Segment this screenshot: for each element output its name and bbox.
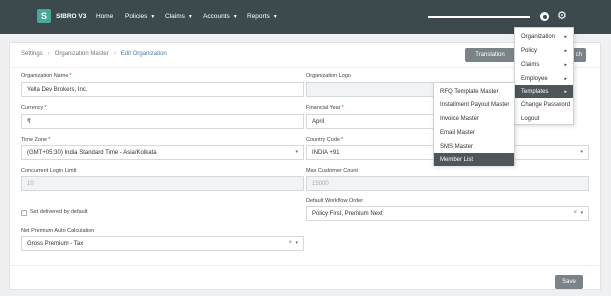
breadcrumb-org-master[interactable]: Organization Master (55, 51, 109, 57)
submenu-item-member-list[interactable]: Member List (434, 153, 514, 166)
nav-reports-label: Reports (247, 13, 270, 20)
concurrent-login-label: Concurrent Login Limit (21, 168, 77, 174)
concurrent-login-input[interactable]: 10 (21, 176, 304, 191)
chevron-down-icon: ▼ (272, 14, 278, 20)
chevron-down-icon: ▾ (295, 240, 298, 246)
time-zone-select[interactable]: (GMT+05:30) India Standard Time - Asia/K… (21, 145, 304, 160)
org-name-label: Organization Name* (21, 73, 72, 79)
org-name-input[interactable]: Yella Dev Brokers, Inc. (21, 82, 304, 97)
country-code-value: INDIA +91 (312, 149, 340, 156)
edit-organization-card: Settings › Organization Master › Edit Organi… (9, 42, 601, 290)
nav-reports[interactable]: Reports ▼ (247, 13, 278, 20)
app-logo[interactable]: S SIBRO V3 (37, 9, 86, 23)
nav-home[interactable]: Home (96, 13, 113, 20)
progress-bar (428, 16, 530, 18)
org-name-value: Yella Dev Brokers, Inc. (27, 86, 88, 93)
menu-item-claims[interactable]: Claims ▸ (515, 58, 573, 71)
country-code-label: Country Code* (306, 137, 344, 143)
menu-item-organization[interactable]: Organization ▸ (515, 30, 573, 43)
menu-item-templates[interactable]: Templates ▸ (515, 85, 573, 98)
app-name: SIBRO V3 (56, 12, 87, 20)
set-delivered-label: Set delivered by default (30, 209, 88, 215)
net-premium-select[interactable]: Gross Premium - Tax × ▾ (21, 236, 304, 251)
submenu-item-rfq-template-master[interactable]: RFQ Template Master (434, 85, 514, 98)
currency-label: Currency* (21, 105, 47, 111)
concurrent-login-value: 10 (27, 180, 34, 187)
org-logo-field[interactable] (306, 82, 436, 97)
nav-accounts-label: Accounts (203, 13, 230, 20)
chevron-right-icon: ▸ (564, 61, 567, 68)
financial-year-value: April (312, 118, 325, 125)
logo-icon: S (37, 9, 51, 23)
submenu-item-email-master[interactable]: Email Master (434, 126, 514, 139)
chevron-right-icon: ▸ (564, 75, 567, 82)
submenu-item-sms-master[interactable]: SMS Master (434, 140, 514, 153)
breadcrumb-separator: › (113, 51, 116, 57)
nav-claims-label: Claims (165, 13, 185, 20)
menu-item-change-password[interactable]: Change Password (515, 98, 573, 111)
breadcrumb-current: Edit Organization (120, 51, 167, 57)
chevron-down-icon: ▼ (187, 14, 193, 20)
financial-year-select[interactable]: April (306, 114, 436, 129)
default-workflow-value: Policy First, Premium Next (312, 210, 383, 217)
chevron-down-icon: ▾ (580, 149, 583, 155)
chevron-right-icon: ▸ (564, 47, 567, 54)
time-zone-label: Time Zone* (21, 137, 51, 143)
header-divider (10, 67, 600, 68)
net-premium-label: Net Premium Auto Calculation (21, 228, 95, 234)
nav-policies[interactable]: Policies ▼ (125, 13, 155, 20)
nav-policies-label: Policies (125, 13, 148, 20)
settings-menu: Organization ▸ Policy ▸ Claims ▸ Employee ▸ … (514, 27, 574, 125)
chevron-down-icon: ▾ (580, 210, 583, 216)
templates-submenu: RFQ Template Master Installment Payout M… (433, 82, 515, 166)
menu-item-employee[interactable]: Employee ▸ (515, 72, 573, 85)
save-button[interactable]: Save (555, 275, 583, 289)
breadcrumb-separator: › (47, 51, 50, 57)
financial-year-label: Financial Year* (306, 105, 344, 111)
menu-item-policy[interactable]: Policy ▸ (515, 44, 573, 57)
breadcrumb: Settings › Organization Master › Edit Organi… (21, 51, 167, 57)
currency-value: ₹ (27, 119, 31, 125)
translation-button[interactable]: Translation (465, 48, 515, 62)
progress-fill (428, 16, 530, 18)
net-premium-value: Gross Premium - Tax (27, 240, 84, 247)
nav-claims[interactable]: Claims ▼ (165, 13, 193, 20)
submenu-item-installment-payout-master[interactable]: Installment Payout Master (434, 98, 514, 111)
record-icon[interactable] (540, 12, 549, 21)
nav-home-label: Home (96, 13, 114, 20)
submenu-item-invoice-master[interactable]: Invoice Master (434, 112, 514, 125)
menu-item-logout[interactable]: Logout (515, 112, 573, 125)
time-zone-value: (GMT+05:30) India Standard Time - Asia/K… (27, 149, 157, 156)
clear-icon[interactable]: × (288, 240, 292, 246)
footer-divider (10, 265, 600, 266)
gear-icon[interactable]: ⚙ (557, 10, 567, 22)
default-workflow-select[interactable]: Policy First, Premium Next × ▾ (306, 206, 589, 221)
chevron-right-icon: ▸ (564, 33, 567, 40)
chevron-down-icon: ▼ (232, 14, 238, 20)
chevron-down-icon: ▾ (295, 149, 298, 155)
chevron-right-icon: ▸ (564, 88, 567, 95)
clear-icon[interactable]: × (573, 210, 577, 216)
chevron-down-icon: ▼ (150, 14, 156, 20)
max-customer-label: Max Customer Count (306, 168, 358, 174)
max-customer-value: 15000 (312, 180, 329, 187)
currency-input[interactable]: ₹ (21, 114, 304, 129)
nav-accounts[interactable]: Accounts ▼ (203, 13, 238, 20)
default-workflow-label: Default Workflow Order (306, 198, 364, 204)
breadcrumb-settings[interactable]: Settings (21, 51, 43, 57)
org-logo-label: Organization Logo (306, 73, 351, 79)
set-delivered-checkbox[interactable] (21, 210, 27, 216)
max-customer-input[interactable]: 15000 (306, 176, 589, 191)
